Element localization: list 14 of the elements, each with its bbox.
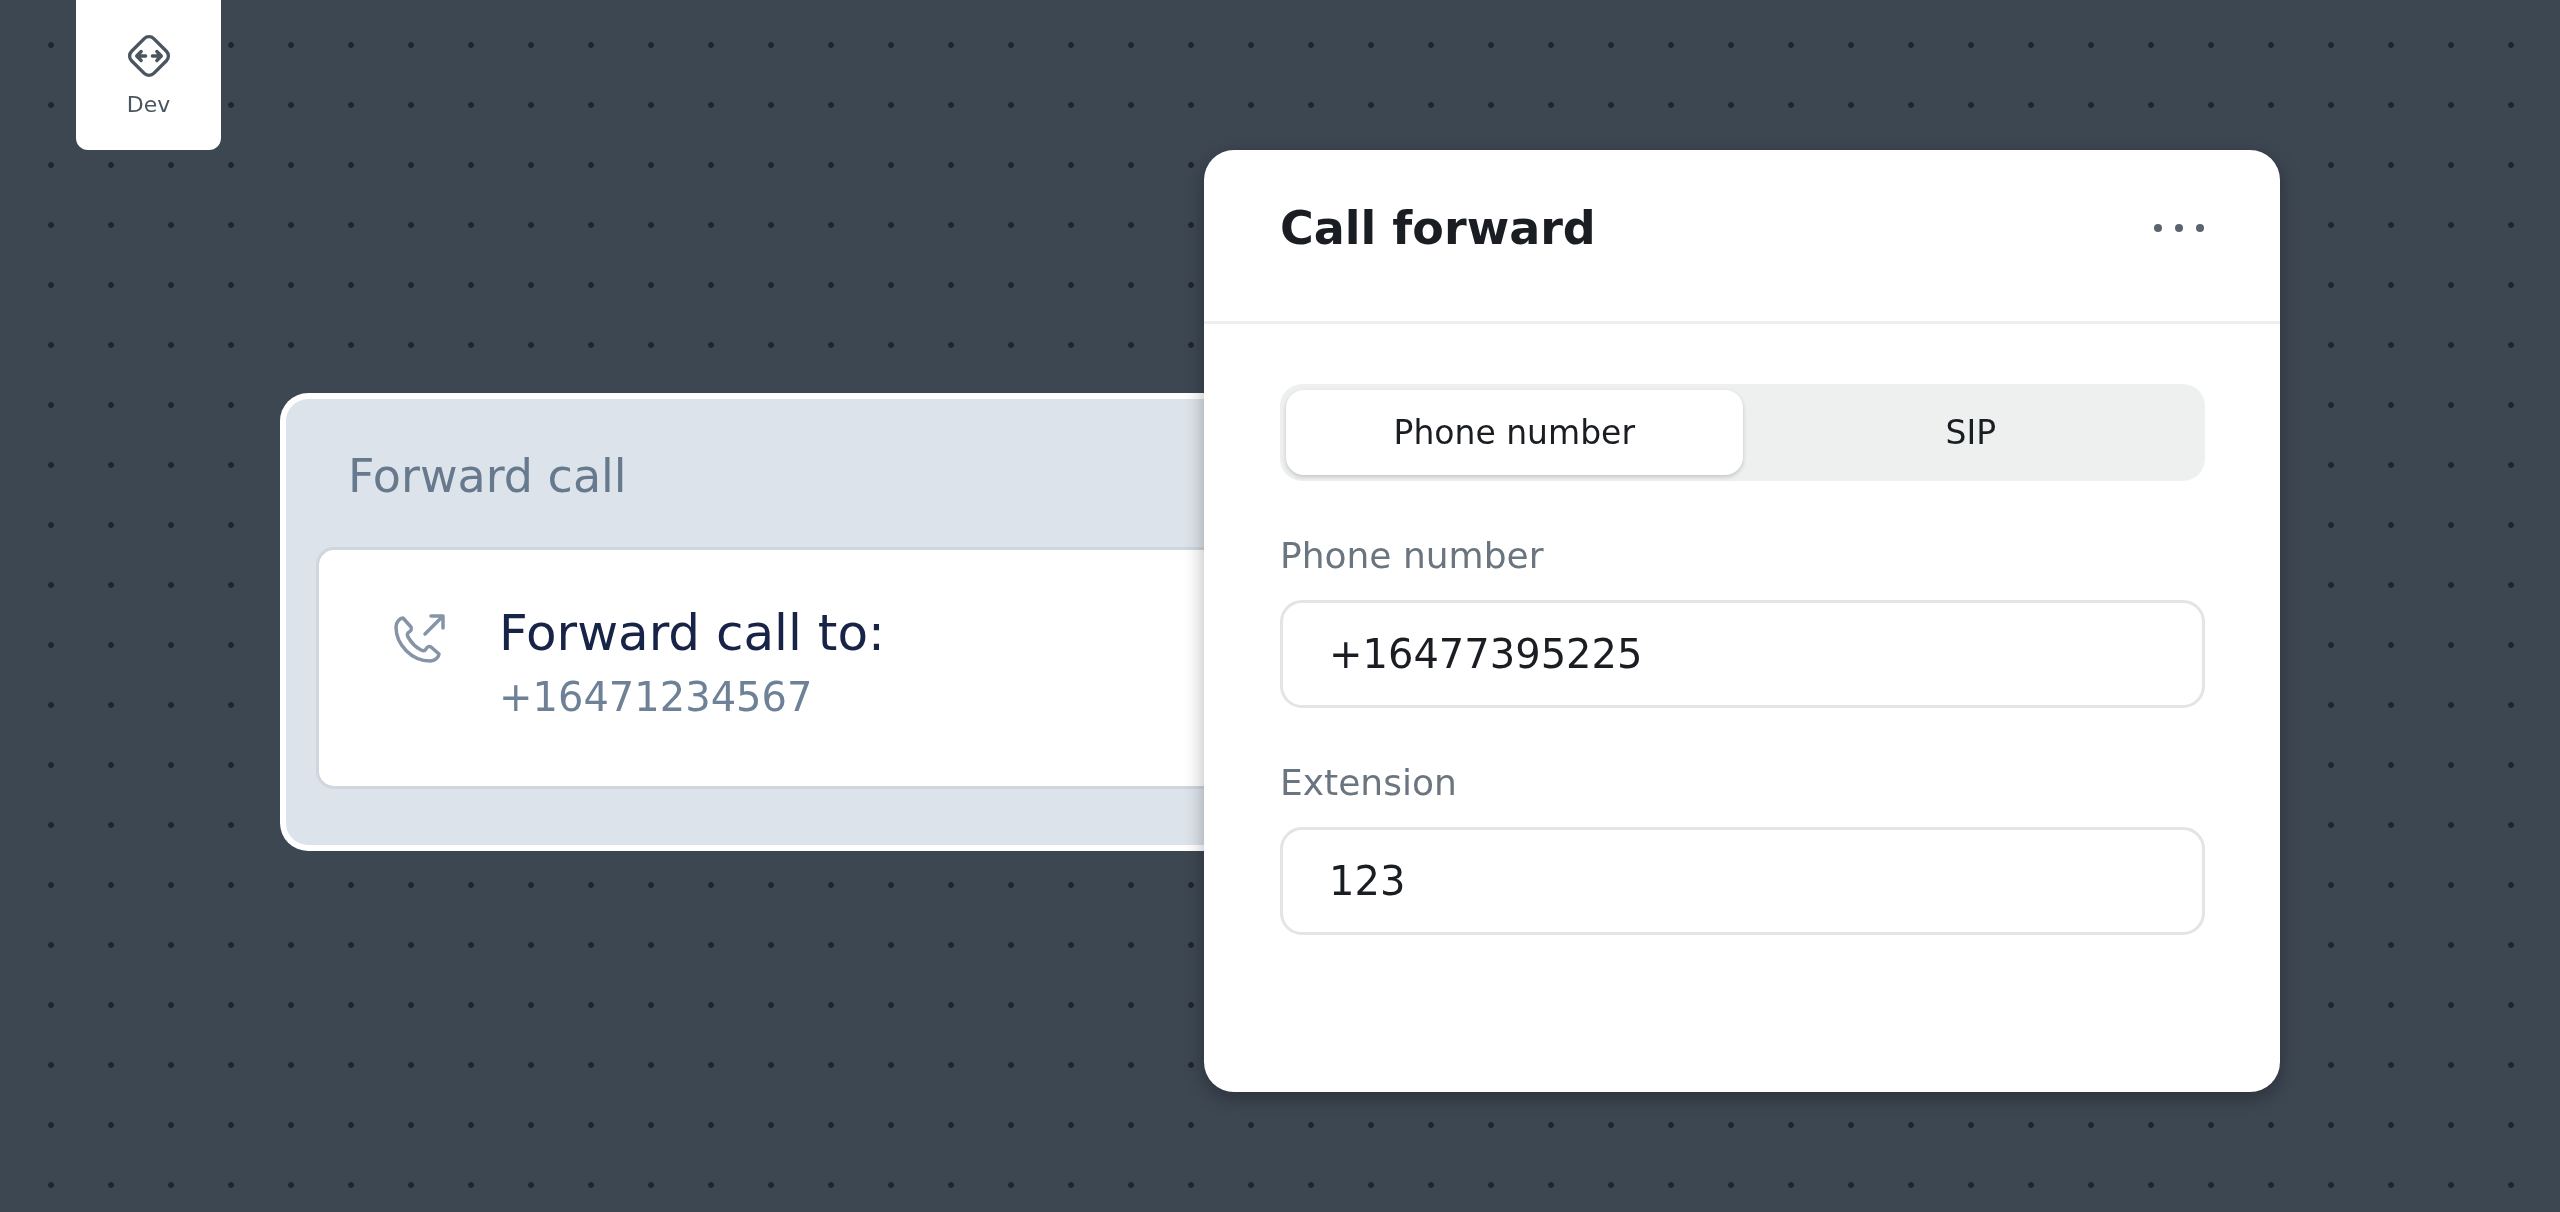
- dev-badge[interactable]: Dev: [76, 0, 221, 150]
- input-field[interactable]: 123: [1280, 827, 2205, 935]
- node-card[interactable]: Forward call Forward call to: +16471234567: [280, 393, 1204, 851]
- panel-title: Call forward: [1280, 200, 1596, 255]
- node-title: Forward call: [348, 449, 628, 503]
- forward-number: +16471234567: [499, 674, 814, 720]
- tab[interactable]: SIP: [1742, 390, 2199, 475]
- dev-label: Dev: [126, 92, 171, 117]
- action-label: Forward call to:: [499, 604, 885, 662]
- more-icon[interactable]: [2153, 222, 2205, 233]
- field-label: Phone number: [1280, 535, 1545, 576]
- input-field[interactable]: +16477395225: [1280, 600, 2205, 708]
- field-label: Extension: [1280, 762, 1458, 803]
- tab[interactable]: Phone number: [1286, 390, 1743, 475]
